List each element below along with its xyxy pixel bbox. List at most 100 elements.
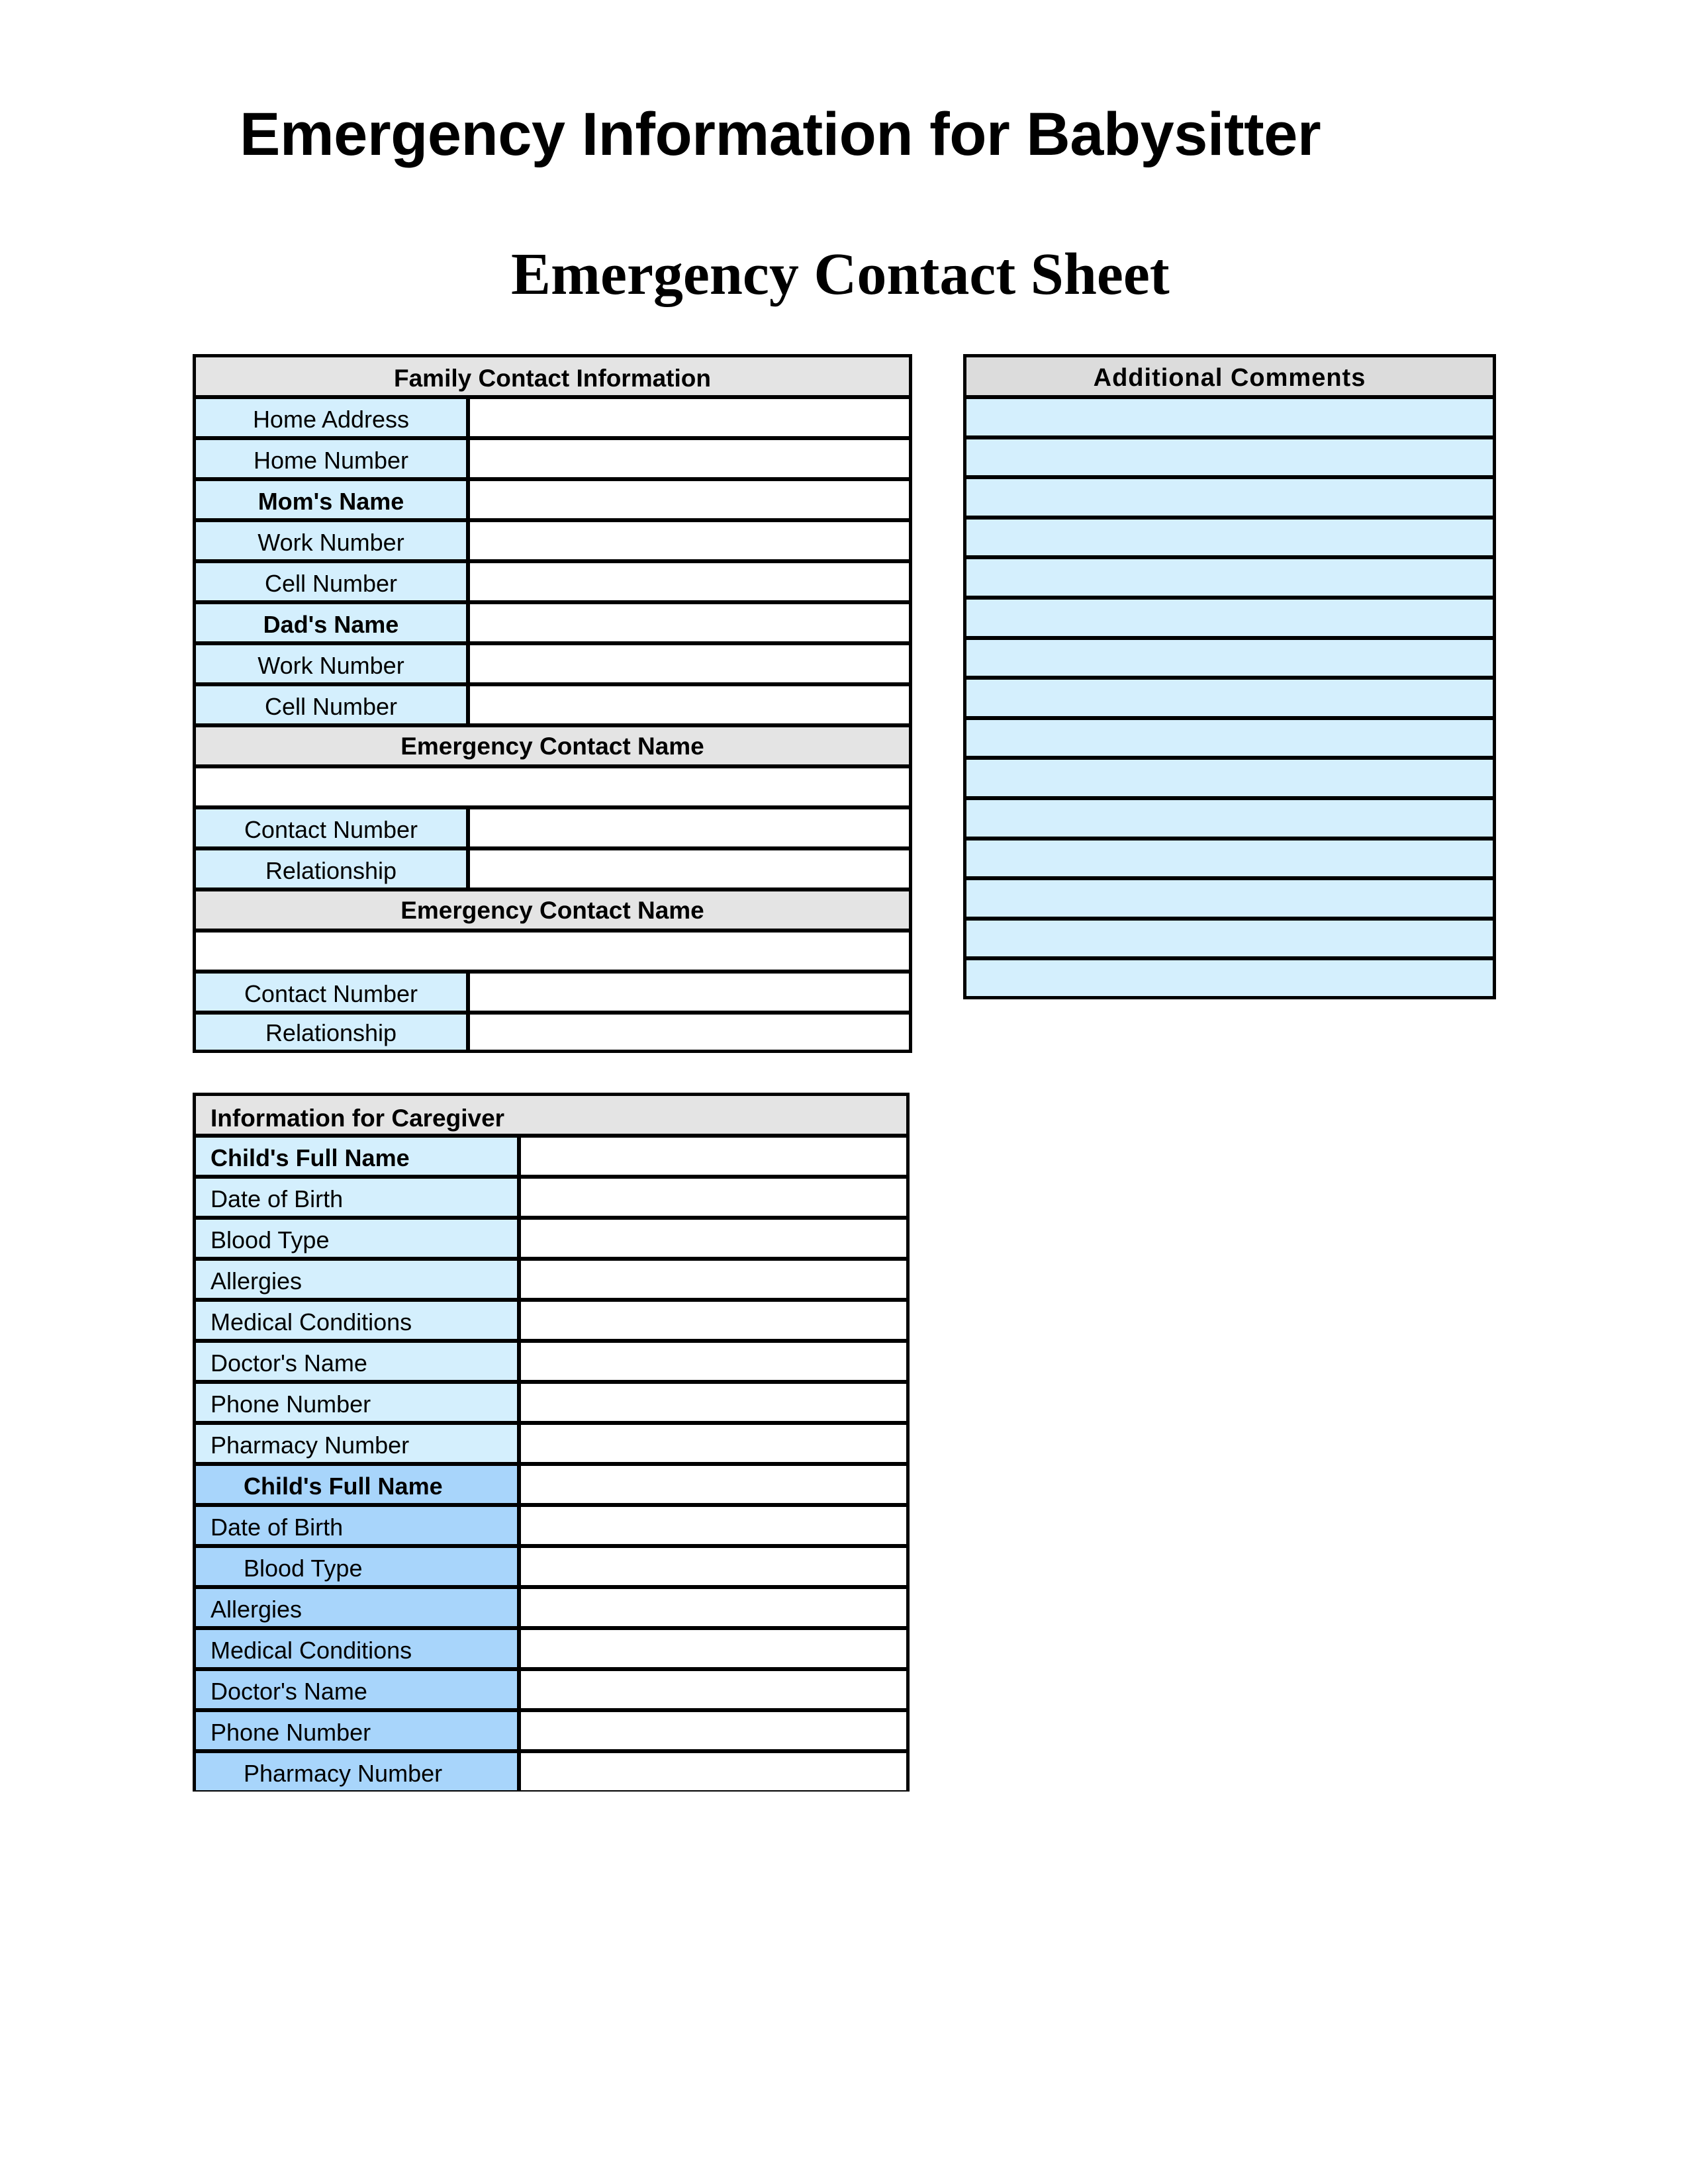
caregiver-field-input[interactable] bbox=[521, 1712, 906, 1749]
field-label: Work Number bbox=[196, 522, 470, 559]
emergency-contact-1-header: Emergency Contact Name bbox=[196, 723, 909, 764]
additional-comments-table: Additional Comments bbox=[963, 354, 1496, 999]
field-label: Contact Number bbox=[196, 974, 470, 1011]
caregiver-field-input[interactable] bbox=[521, 1384, 906, 1421]
family-row-dads-name: Dad's Name bbox=[196, 600, 909, 641]
caregiver-row-child-2: Doctor's Name bbox=[196, 1667, 906, 1708]
family-row-home-address: Home Address bbox=[196, 395, 909, 436]
emergency-contact-1-number-field[interactable] bbox=[470, 809, 909, 846]
caregiver-field-input[interactable] bbox=[521, 1671, 906, 1708]
comment-line-field[interactable] bbox=[966, 515, 1493, 556]
sheet-subtitle-text: Emergency Contact Sheet bbox=[511, 242, 1170, 307]
mom-work-number-field[interactable] bbox=[470, 522, 909, 559]
field-label-text: Relationship bbox=[265, 857, 397, 884]
comment-line-field[interactable] bbox=[966, 876, 1493, 917]
family-row-mom-work-number: Work Number bbox=[196, 518, 909, 559]
caregiver-row-child-1: Blood Type bbox=[196, 1216, 906, 1257]
emergency-contact-1-relationship-field[interactable] bbox=[470, 850, 909, 887]
field-label-text: Home Address bbox=[252, 406, 410, 433]
caregiver-row-child-2: Child's Full Name bbox=[196, 1462, 906, 1503]
comment-line-field[interactable] bbox=[966, 475, 1493, 516]
field-label-text: Child's Full Name bbox=[211, 1144, 410, 1171]
dad-cell-number-field[interactable] bbox=[470, 686, 909, 723]
field-label: Work Number bbox=[196, 645, 470, 682]
caregiver-field-input[interactable] bbox=[521, 1548, 906, 1585]
field-label-text: Allergies bbox=[211, 1596, 303, 1623]
emergency-contact-2-name-field[interactable] bbox=[196, 929, 909, 970]
field-label-text: Pharmacy Number bbox=[244, 1760, 443, 1787]
field-label: Home Number bbox=[196, 440, 470, 477]
comment-line-field[interactable] bbox=[966, 676, 1493, 716]
comment-line-field[interactable] bbox=[966, 916, 1493, 957]
comment-line-field[interactable] bbox=[966, 715, 1493, 756]
comment-line-field[interactable] bbox=[966, 555, 1493, 596]
moms-name-field[interactable] bbox=[470, 481, 909, 518]
emergency-contact-1-relationship-row: Relationship bbox=[196, 846, 909, 887]
family-row-dad-cell-number: Cell Number bbox=[196, 682, 909, 723]
field-label-text: Blood Type bbox=[211, 1226, 330, 1253]
comment-line-field[interactable] bbox=[966, 956, 1493, 996]
comment-line-field[interactable] bbox=[966, 796, 1493, 837]
field-label: Allergies bbox=[196, 1261, 521, 1298]
field-label-text: Child's Full Name bbox=[244, 1473, 443, 1500]
caregiver-field-input[interactable] bbox=[521, 1466, 906, 1503]
field-label: Cell Number bbox=[196, 563, 470, 600]
field-label-text: Medical Conditions bbox=[211, 1637, 412, 1664]
field-label-text: Home Number bbox=[253, 447, 409, 474]
caregiver-field-input[interactable] bbox=[521, 1302, 906, 1339]
caregiver-field-input[interactable] bbox=[521, 1630, 906, 1667]
home-address-field[interactable] bbox=[470, 399, 909, 436]
emergency-contact-2-number-row: Contact Number bbox=[196, 970, 909, 1011]
dad-work-number-field[interactable] bbox=[470, 645, 909, 682]
family-contact-table: Family Contact Information Home Address … bbox=[193, 354, 912, 1053]
mom-cell-number-field[interactable] bbox=[470, 563, 909, 600]
comment-line-field[interactable] bbox=[966, 596, 1493, 636]
comment-line-field[interactable] bbox=[966, 635, 1493, 676]
caregiver-row-child-1: Doctor's Name bbox=[196, 1339, 906, 1380]
field-label-text: Mom's Name bbox=[258, 488, 404, 515]
caregiver-row-child-1: Pharmacy Number bbox=[196, 1421, 906, 1462]
caregiver-row-child-1: Date of Birth bbox=[196, 1175, 906, 1216]
caregiver-field-input[interactable] bbox=[521, 1425, 906, 1462]
caregiver-row-child-1: Child's Full Name bbox=[196, 1134, 906, 1175]
field-label-text: Phone Number bbox=[211, 1390, 371, 1418]
caregiver-field-input[interactable] bbox=[521, 1220, 906, 1257]
field-label: Cell Number bbox=[196, 686, 470, 723]
caregiver-field-input[interactable] bbox=[521, 1261, 906, 1298]
field-label-text: Work Number bbox=[258, 652, 404, 679]
caregiver-row-child-1: Allergies bbox=[196, 1257, 906, 1298]
field-label: Relationship bbox=[196, 850, 470, 887]
emergency-contact-1-name-field[interactable] bbox=[196, 764, 909, 805]
field-label: Home Address bbox=[196, 399, 470, 436]
comment-line-field[interactable] bbox=[966, 435, 1493, 476]
caregiver-info-table: Information for Caregiver Child's Full N… bbox=[193, 1093, 910, 1792]
caregiver-field-input[interactable] bbox=[521, 1753, 906, 1790]
field-label: Doctor's Name bbox=[196, 1671, 521, 1708]
field-label: Medical Conditions bbox=[196, 1630, 521, 1667]
dads-name-field[interactable] bbox=[470, 604, 909, 641]
emergency-contact-2-relationship-field[interactable] bbox=[470, 1015, 909, 1050]
emergency-contact-1-number-row: Contact Number bbox=[196, 805, 909, 846]
caregiver-info-header: Information for Caregiver bbox=[196, 1096, 906, 1135]
comment-line-field[interactable] bbox=[966, 836, 1493, 877]
field-label: Child's Full Name bbox=[196, 1466, 521, 1503]
field-label: Date of Birth bbox=[196, 1179, 521, 1216]
additional-comments-header-text: Additional Comments bbox=[1093, 364, 1366, 392]
field-label-text: Contact Number bbox=[244, 980, 418, 1007]
caregiver-field-input[interactable] bbox=[521, 1343, 906, 1380]
caregiver-field-input[interactable] bbox=[521, 1179, 906, 1216]
family-row-mom-cell-number: Cell Number bbox=[196, 559, 909, 600]
comment-line-field[interactable] bbox=[966, 756, 1493, 796]
caregiver-field-input[interactable] bbox=[521, 1507, 906, 1544]
family-contact-header: Family Contact Information bbox=[196, 357, 909, 396]
emergency-contact-2-number-field[interactable] bbox=[470, 974, 909, 1011]
comment-line-field[interactable] bbox=[966, 395, 1493, 435]
field-label: Mom's Name bbox=[196, 481, 470, 518]
caregiver-row-child-2: Pharmacy Number bbox=[196, 1749, 906, 1790]
family-row-moms-name: Mom's Name bbox=[196, 477, 909, 518]
field-label-text: Doctor's Name bbox=[211, 1349, 367, 1377]
home-number-field[interactable] bbox=[470, 440, 909, 477]
caregiver-field-input[interactable] bbox=[521, 1138, 906, 1175]
caregiver-field-input[interactable] bbox=[521, 1589, 906, 1626]
field-label: Child's Full Name bbox=[196, 1138, 521, 1175]
